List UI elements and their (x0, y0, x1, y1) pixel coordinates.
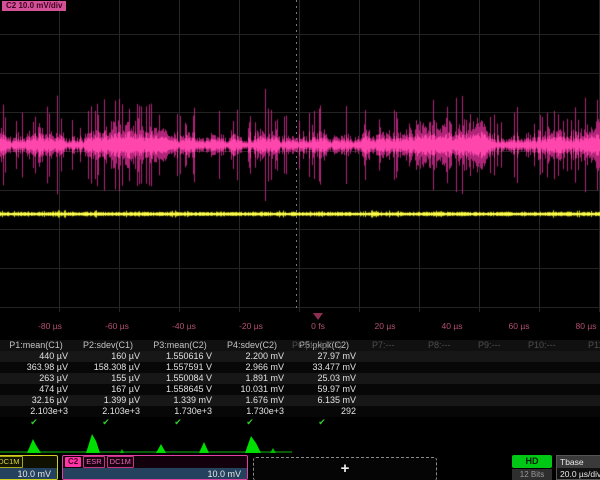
stat-value: 1.891 mV (216, 373, 288, 384)
axis-tick-trigger: 0 fs (288, 321, 348, 331)
stat-value: 6.135 mV (288, 395, 360, 406)
stat-value: 440 µV (0, 351, 72, 362)
hd-badge: HD (512, 455, 552, 468)
stat-value: 25.03 mV (288, 373, 360, 384)
c2-scale: 10.0 mV (63, 468, 247, 480)
stat-value: 10.031 mV (216, 384, 288, 395)
status-ok-icon: ✔ (0, 417, 72, 429)
axis-tick: -20 µs (221, 321, 281, 331)
axis-tick: -100 µs (0, 321, 13, 331)
c1-scale: 10.0 mV (0, 468, 57, 480)
descriptor-bar: C1 DC1M 10.0 mV C2 ESR DC1M 10.0 mV + HD… (0, 455, 600, 480)
param-header-p4[interactable]: P4:sdev(C2) (216, 340, 288, 351)
timebase-descriptor[interactable]: Tbase 20.0 µs/div (556, 455, 600, 480)
c1-coupling-badge: DC1M (0, 456, 23, 468)
trace-annotation-badge: C2 10.0 mV/div (2, 1, 66, 11)
waveform-canvas (0, 0, 600, 312)
status-ok-icon: ✔ (144, 417, 216, 429)
stat-value: 1.558645 V (144, 384, 216, 395)
stat-value: 2.200 mV (216, 351, 288, 362)
measure-table: P1:mean(C1) P2:sdev(C1) P3:mean(C2) P4:s… (0, 340, 600, 429)
param-header-p11[interactable]: P11 (588, 340, 600, 351)
channel-c1-descriptor[interactable]: C1 DC1M 10.0 mV (0, 455, 58, 480)
stat-row-sdev: 32.16 µV 1.399 µV 1.339 mV 1.676 mV 6.13… (0, 395, 600, 406)
time-axis: -100 µs -80 µs -60 µs -40 µs -20 µs 0 fs… (0, 313, 600, 333)
axis-tick: 80 µs (556, 321, 600, 331)
param-header-p10[interactable]: P10:--- (528, 340, 556, 351)
axis-tick: 40 µs (422, 321, 482, 331)
stat-value: 27.97 mV (288, 351, 360, 362)
status-ok-icon: ✔ (72, 417, 144, 429)
add-trace-button[interactable]: + (253, 457, 437, 480)
stat-value: 1.676 mV (216, 395, 288, 406)
stat-value: 1.730e+3 (144, 406, 216, 417)
measure-header-row: P1:mean(C1) P2:sdev(C1) P3:mean(C2) P4:s… (0, 340, 600, 351)
status-ok-icon: ✔ (216, 417, 288, 429)
stat-value: 1.339 mV (144, 395, 216, 406)
stat-row-mean: 363.98 µV 158.308 µV 1.557591 V 2.966 mV… (0, 362, 600, 373)
histicon-peak (245, 436, 261, 453)
c2-label: C2 (65, 457, 81, 467)
histicon-peak (199, 442, 209, 453)
param-header-p6[interactable]: P6:pkpk(C3) (292, 340, 342, 351)
stat-value: 160 µV (72, 351, 144, 362)
histicon-peak (86, 434, 100, 453)
stat-value: 167 µV (72, 384, 144, 395)
hd-mode-indicator[interactable]: HD 12 Bits (512, 455, 552, 480)
axis-tick: 60 µs (489, 321, 549, 331)
stat-value: 59.97 mV (288, 384, 360, 395)
axis-tick: -40 µs (154, 321, 214, 331)
trigger-position-icon[interactable] (313, 313, 323, 320)
histicon-peak (270, 448, 276, 453)
param-header-p1[interactable]: P1:mean(C1) (0, 340, 72, 351)
stat-value: 158.308 µV (72, 362, 144, 373)
channel-c2-descriptor[interactable]: C2 ESR DC1M 10.0 mV (62, 455, 248, 480)
param-header-p9[interactable]: P9:--- (478, 340, 501, 351)
c2-coupling-badge: DC1M (107, 456, 134, 468)
stat-value: 1.730e+3 (216, 406, 288, 417)
stat-value: 155 µV (72, 373, 144, 384)
oscilloscope-screen: C2 10.0 mV/div -100 µs -80 µs -60 µs -40… (0, 0, 600, 480)
status-ok-icon: ✔ (288, 417, 360, 429)
stat-value: 363.98 µV (0, 362, 72, 373)
stat-value: 474 µV (0, 384, 72, 395)
tbase-scale: 20.0 µs/div (557, 468, 600, 480)
axis-tick: -60 µs (87, 321, 147, 331)
stat-row-value: 440 µV 160 µV 1.550616 V 2.200 mV 27.97 … (0, 351, 600, 362)
param-header-p8[interactable]: P8:--- (428, 340, 451, 351)
histicon-peak (120, 449, 124, 453)
stat-row-status: ✔ ✔ ✔ ✔ ✔ (0, 417, 600, 429)
stat-value: 1.550616 V (144, 351, 216, 362)
stat-row-max: 474 µV 167 µV 1.558645 V 10.031 mV 59.97… (0, 384, 600, 395)
hd-bits-label: 12 Bits (512, 469, 552, 480)
stat-value: 2.103e+3 (72, 406, 144, 417)
stat-value: 33.477 mV (288, 362, 360, 373)
param-header-p3[interactable]: P3:mean(C2) (144, 340, 216, 351)
stat-value: 1.550084 V (144, 373, 216, 384)
stat-row-min: 263 µV 155 µV 1.550084 V 1.891 mV 25.03 … (0, 373, 600, 384)
stat-value: 2.103e+3 (0, 406, 72, 417)
stat-value: 2.966 mV (216, 362, 288, 373)
param-header-p7[interactable]: P7:--- (372, 340, 395, 351)
stat-value: 1.557591 V (144, 362, 216, 373)
stat-value: 1.399 µV (72, 395, 144, 406)
histicon-peak (156, 444, 166, 453)
tbase-label: Tbase (557, 456, 600, 468)
stat-row-num: 2.103e+3 2.103e+3 1.730e+3 1.730e+3 292 (0, 406, 600, 417)
stat-value: 32.16 µV (0, 395, 72, 406)
histicons (0, 432, 300, 454)
histicon-peak (27, 439, 41, 453)
axis-tick: 20 µs (355, 321, 415, 331)
axis-tick: -80 µs (20, 321, 80, 331)
stat-value: 292 (288, 406, 360, 417)
param-header-p2[interactable]: P2:sdev(C1) (72, 340, 144, 351)
c2-esr-badge: ESR (83, 456, 104, 468)
stat-value: 263 µV (0, 373, 72, 384)
